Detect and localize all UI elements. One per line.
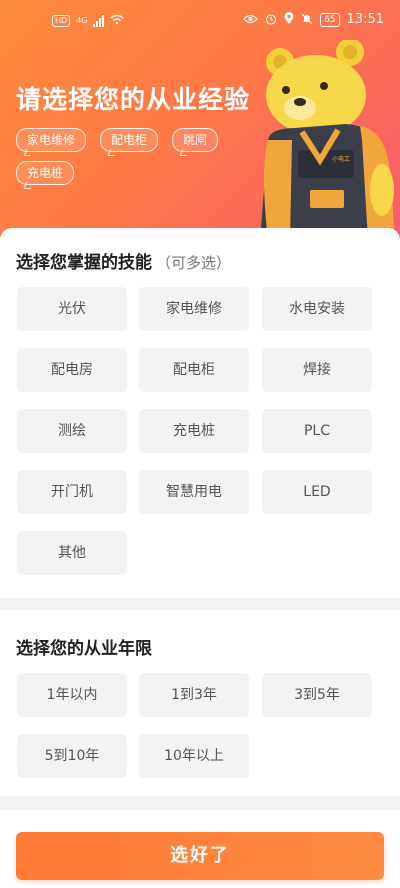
skill-option-pv[interactable]: 光伏 bbox=[17, 287, 127, 331]
years-title: 选择您的从业年限 bbox=[16, 639, 152, 659]
mascot-badge: 小电工 bbox=[332, 156, 351, 163]
years-section: 选择您的从业年限 1年以内 1到3年 3到5年 5到10年 10年以上 bbox=[0, 610, 400, 796]
footer-bar: 选好了 bbox=[0, 810, 400, 888]
hero-tag: 跳闸 bbox=[172, 128, 219, 152]
skills-section: 选择您掌握的技能 （可多选） 光伏 家电维修 水电安装 配电房 配电柜 焊接 测绘… bbox=[0, 228, 400, 598]
alarm-icon bbox=[265, 13, 277, 27]
years-option-1-to-3[interactable]: 1到3年 bbox=[139, 673, 249, 717]
mute-icon bbox=[301, 13, 313, 27]
years-option-3-to-5[interactable]: 3到5年 bbox=[262, 673, 372, 717]
hd-indicator: HD bbox=[52, 14, 71, 27]
battery-indicator: 65 bbox=[320, 12, 340, 27]
submit-button[interactable]: 选好了 bbox=[16, 832, 384, 880]
skill-option-power-room[interactable]: 配电房 bbox=[17, 348, 127, 392]
skill-option-plc[interactable]: PLC bbox=[262, 409, 372, 453]
clock: 13:51 bbox=[346, 12, 384, 27]
signal-icon bbox=[93, 14, 105, 27]
network-label: 4G bbox=[76, 15, 88, 25]
skill-option-surveying[interactable]: 测绘 bbox=[17, 409, 127, 453]
skill-option-smart-power[interactable]: 智慧用电 bbox=[139, 470, 249, 514]
hero-banner: HD 4G 65 13:51 请选择您的从业经验 家电维修 配电柜 跳闸 充电桩… bbox=[0, 0, 400, 240]
skill-option-door-opener[interactable]: 开门机 bbox=[17, 470, 127, 514]
years-option-under-1[interactable]: 1年以内 bbox=[17, 673, 127, 717]
skill-option-distribution-cabinet[interactable]: 配电柜 bbox=[139, 348, 249, 392]
hero-tag: 配电柜 bbox=[100, 128, 159, 152]
location-icon bbox=[284, 12, 294, 27]
skills-title-text: 选择您掌握的技能 bbox=[16, 253, 152, 273]
skills-subtitle: （可多选） bbox=[156, 254, 232, 272]
hero-title: 请选择您的从业经验 bbox=[16, 85, 251, 114]
status-bar: HD 4G 65 13:51 bbox=[0, 0, 400, 40]
skill-option-welding[interactable]: 焊接 bbox=[262, 348, 372, 392]
years-option-5-to-10[interactable]: 5到10年 bbox=[17, 734, 127, 778]
skill-option-led[interactable]: LED bbox=[262, 470, 372, 514]
skill-option-other[interactable]: 其他 bbox=[17, 531, 127, 575]
wifi-icon bbox=[110, 14, 124, 27]
skills-title: 选择您掌握的技能 （可多选） bbox=[16, 248, 231, 273]
years-option-over-10[interactable]: 10年以上 bbox=[139, 734, 249, 778]
eye-icon bbox=[243, 14, 258, 26]
skill-option-charging-pile[interactable]: 充电桩 bbox=[139, 409, 249, 453]
skill-option-plumbing-electrical[interactable]: 水电安装 bbox=[262, 287, 372, 331]
bear-mascot-illustration: 小电工 bbox=[250, 38, 400, 240]
skill-option-appliance-repair[interactable]: 家电维修 bbox=[139, 287, 249, 331]
hero-tag: 家电维修 bbox=[16, 128, 87, 152]
hero-tag: 充电桩 bbox=[16, 161, 75, 185]
